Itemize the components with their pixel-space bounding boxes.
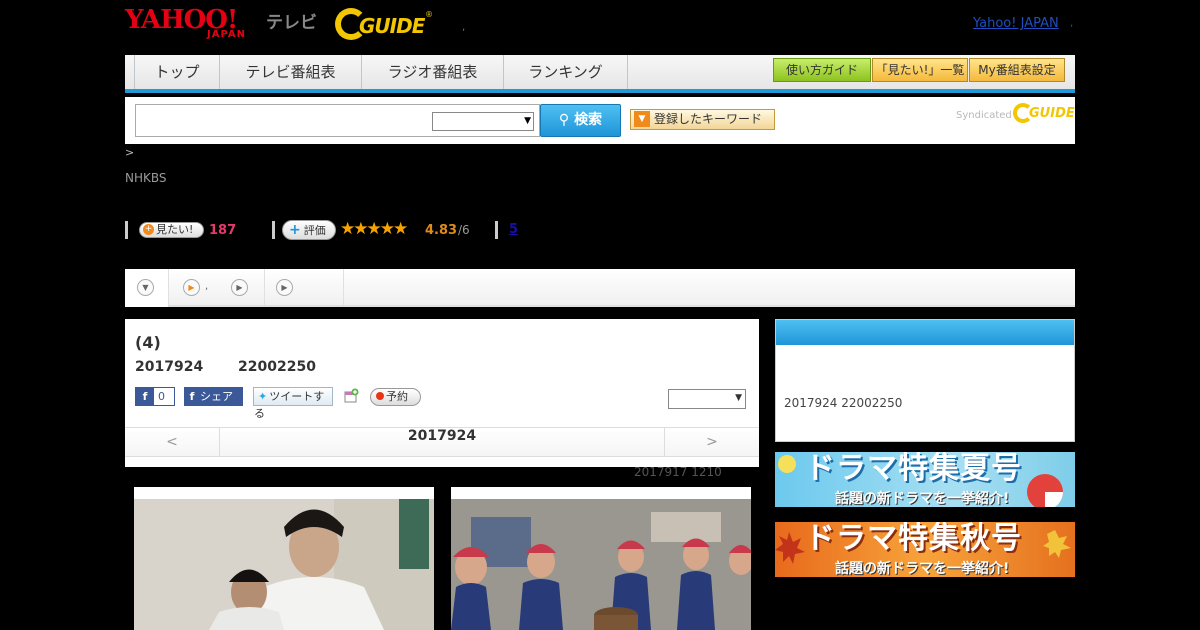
mitai-list-button[interactable]: 「見たい!」一覧 <box>872 58 968 82</box>
photo-2-image <box>451 499 751 630</box>
broadcast-info-text: 2017924 22002250 <box>784 396 903 410</box>
chevron-down-icon: ▼ <box>735 393 742 403</box>
header-separator: , <box>462 22 466 33</box>
search-icon: ⚲ <box>558 112 570 128</box>
play-icon: ▶ <box>276 279 293 296</box>
summer-banner-title: ドラマ特集夏号 <box>805 452 1022 486</box>
divider <box>272 221 275 239</box>
chevron-down-icon: ▼ <box>524 116 531 126</box>
main-nav: トップ テレビ番組表 ラジオ番組表 ランキング 使い方ガイド 「見たい!」一覧 … <box>125 55 1075 93</box>
air-date: 2017924 <box>135 359 204 375</box>
registered-mark: ® <box>425 10 433 19</box>
registered-keywords-label: 登録したキーワード <box>654 112 763 126</box>
tv-label: テレビ <box>266 13 317 33</box>
gguide-logo[interactable]: GUIDE ® <box>335 6 435 42</box>
photo-1-image <box>134 499 434 630</box>
broadcast-info-box: 2017924 22002250 <box>775 319 1075 442</box>
plus-icon: + <box>143 224 154 235</box>
episode-number: (4) <box>135 333 161 352</box>
yahoo-logo-sub: JAPAN <box>207 29 246 40</box>
nav-tab-radio-schedule[interactable]: ラジオ番組表 <box>362 55 504 89</box>
syndicated-gguide-logo: GUIDE <box>1013 103 1075 127</box>
syndicated-logo-text: GUIDE <box>1029 106 1075 121</box>
chevron-down-icon: ▼ <box>137 279 154 296</box>
program-panel: (4) 2017924 22002250 f0 f シェア ✦ ツイートする 予約 … <box>125 319 759 467</box>
gguide-logo-text: GUIDE <box>359 14 425 38</box>
play-icon: ▶ <box>231 279 248 296</box>
breadcrumb-separator: > <box>125 146 135 159</box>
channel-name: NHKBS <box>125 171 167 185</box>
search-button[interactable]: ⚲ 検索 <box>540 104 621 137</box>
mitai-count: 187 <box>209 223 237 238</box>
date-navigator: < 2017924 > <box>125 427 759 457</box>
facebook-like-count: 0 <box>158 390 165 403</box>
facebook-share-label: シェア <box>200 390 233 403</box>
next-day-button[interactable]: > <box>664 428 759 456</box>
record-reserve-button[interactable]: 予約 <box>370 388 421 406</box>
mitai-button[interactable]: + 見たい! <box>139 222 204 238</box>
current-date: 2017924 <box>407 428 477 444</box>
registered-keywords-button[interactable]: ▼ 登録したキーワード <box>630 109 775 130</box>
search-button-label: 検索 <box>574 112 603 128</box>
nav-tab-tv-schedule[interactable]: テレビ番組表 <box>220 55 362 89</box>
rating-score: 4.83 <box>425 223 458 238</box>
nav-tab-top[interactable]: トップ <box>135 55 220 89</box>
tab-2-label: , <box>205 281 209 292</box>
header-trail: , <box>1070 18 1074 29</box>
divider <box>125 221 128 239</box>
twitter-bird-icon: ✦ <box>258 390 268 403</box>
star-rating: ★★★★★ <box>340 219 408 239</box>
tab-4[interactable]: ▶ <box>265 269 295 307</box>
rate-label: 評価 <box>303 224 326 237</box>
plus-icon: + <box>289 222 301 238</box>
tab-3[interactable]: ▶ <box>221 269 265 307</box>
update-timestamp: 2017917 1210 <box>634 465 722 479</box>
air-time: 22002250 <box>238 359 316 375</box>
rate-button[interactable]: + 評価 <box>282 220 336 240</box>
drama-autumn-banner[interactable]: ドラマ特集秋号 話題の新ドラマを一挙紹介! <box>775 522 1075 577</box>
nav-edge <box>125 55 135 89</box>
divider <box>495 221 498 239</box>
my-schedule-settings-button[interactable]: My番組表設定 <box>969 58 1065 82</box>
facebook-share-button[interactable]: f シェア <box>184 387 243 406</box>
facebook-icon: f <box>189 390 195 403</box>
mitai-label: 見たい! <box>156 223 194 236</box>
nav-tab-ranking[interactable]: ランキング <box>504 55 628 89</box>
record-dot-icon <box>376 392 384 400</box>
play-icon: ▶ <box>183 279 200 296</box>
autumn-banner-title: ドラマ特集秋号 <box>805 522 1022 556</box>
tab-program-info[interactable]: ▼ <box>125 269 169 307</box>
search-area: ▼ ⚲ 検索 ▼ 登録したキーワード Syndicated GUIDE <box>125 97 1075 144</box>
review-count-link[interactable]: 5 <box>509 222 518 237</box>
usage-guide-button[interactable]: 使い方ガイド <box>773 58 871 82</box>
previous-day-button[interactable]: < <box>125 428 220 456</box>
rating-max: /6 <box>458 223 470 237</box>
facebook-icon: f <box>136 388 154 405</box>
summer-banner-subtitle: 話題の新ドラマを一挙紹介! <box>835 491 1010 507</box>
search-genre-select[interactable]: ▼ <box>432 112 534 131</box>
program-photo-2[interactable] <box>451 487 751 630</box>
autumn-banner-subtitle: 話題の新ドラマを一挙紹介! <box>835 561 1010 577</box>
facebook-like-button[interactable]: f0 <box>135 387 175 406</box>
syndicated-label: Syndicated <box>956 110 1012 121</box>
broadcast-info-header <box>776 320 1074 345</box>
program-photo-1[interactable] <box>134 487 434 630</box>
reserve-label: 予約 <box>386 390 408 403</box>
arrow-down-icon: ▼ <box>634 111 650 127</box>
program-action-select[interactable]: ▼ <box>668 389 746 409</box>
yahoo-japan-link[interactable]: Yahoo! JAPAN <box>973 16 1059 31</box>
tweet-button[interactable]: ✦ ツイートする <box>253 387 333 420</box>
add-calendar-icon[interactable] <box>343 388 359 404</box>
drama-summer-banner[interactable]: ドラマ特集夏号 話題の新ドラマを一挙紹介! <box>775 452 1075 507</box>
program-tabs: ▼ ▶ , ▶ ▶ <box>125 269 1075 307</box>
yahoo-logo[interactable]: YAHOO! JAPAN <box>125 5 265 43</box>
